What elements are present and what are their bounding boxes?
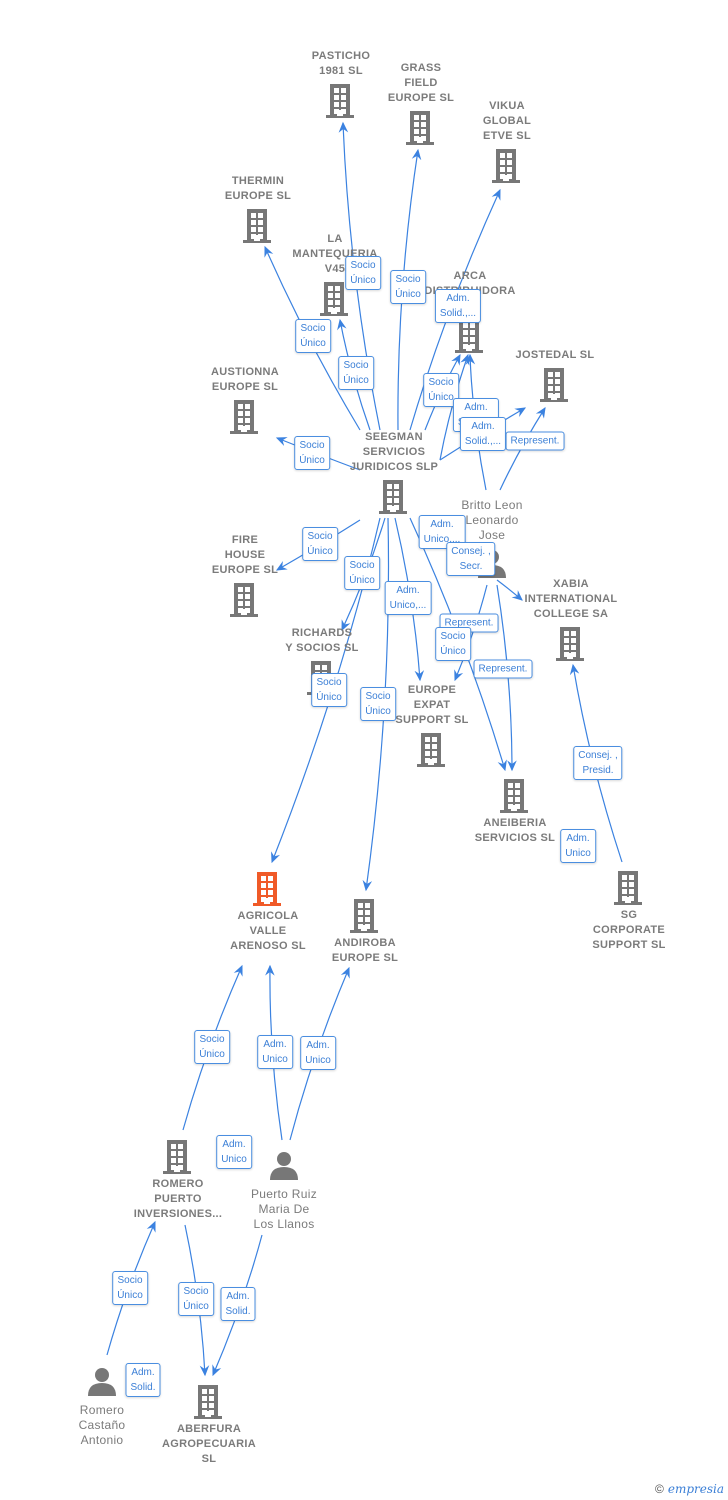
node-fire[interactable]: FIRE HOUSE EUROPE SL: [185, 533, 305, 578]
building-icon[interactable]: [243, 209, 271, 248]
relationship-label[interactable]: Adm. Unico: [257, 1035, 293, 1069]
building-icon[interactable]: [326, 84, 354, 123]
node-label: Romero Castaño Antonio: [78, 1403, 126, 1447]
node-label: XABIA INTERNATIONAL COLLEGE SA: [524, 578, 618, 620]
brand-logo: empresia: [667, 1482, 724, 1496]
node-richards[interactable]: RICHARDS Y SOCIOS SL: [262, 626, 382, 656]
node-puertoruiz[interactable]: Puerto Ruiz Maria De Los Llanos: [224, 1187, 344, 1232]
copyright-symbol: ©: [655, 1482, 664, 1496]
node-label: AUSTIONNA EUROPE SL: [210, 366, 280, 393]
relationship-label[interactable]: Represent.: [505, 431, 565, 451]
node-label: ANDIROBA EUROPE SL: [331, 937, 399, 964]
node-label: THERMIN EUROPE SL: [224, 175, 292, 202]
relationship-label[interactable]: Socio Único: [344, 556, 380, 590]
node-label: JOSTEDAL SL: [515, 349, 595, 361]
person-icon[interactable]: [87, 1366, 117, 1401]
node-label: FIRE HOUSE EUROPE SL: [211, 534, 279, 576]
relationship-label[interactable]: Socio Único: [360, 687, 396, 721]
building-icon[interactable]: [614, 871, 642, 910]
node-romeropuerto[interactable]: ROMERO PUERTO INVERSIONES...: [118, 1177, 238, 1222]
node-label: RICHARDS Y SOCIOS SL: [285, 627, 359, 654]
relationship-label[interactable]: Adm. Solid.: [125, 1363, 161, 1397]
building-icon[interactable]: [253, 872, 281, 911]
relationship-label[interactable]: Adm. Unico: [300, 1036, 336, 1070]
node-label: ANEIBERIA SERVICIOS SL: [474, 817, 556, 844]
person-icon[interactable]: [269, 1150, 299, 1185]
relationship-label[interactable]: Represent.: [473, 659, 533, 679]
brand-footer: © empresia: [655, 1482, 724, 1496]
relationship-label[interactable]: Consej. , Secr.: [446, 542, 496, 576]
building-icon[interactable]: [417, 733, 445, 772]
node-label: SG CORPORATE SUPPORT SL: [592, 909, 666, 951]
relationship-label[interactable]: Adm. Solid.,...: [434, 289, 482, 323]
building-icon[interactable]: [163, 1140, 191, 1179]
building-icon[interactable]: [194, 1385, 222, 1424]
node-andiroba[interactable]: ANDIROBA EUROPE SL: [305, 936, 425, 966]
relationship-label[interactable]: Adm. Unico,...: [384, 581, 432, 615]
node-romerocastano[interactable]: Romero Castaño Antonio: [42, 1403, 162, 1448]
relationship-label[interactable]: Adm. Solid.,...: [459, 417, 507, 451]
node-aneiberia[interactable]: ANEIBERIA SERVICIOS SL: [455, 816, 575, 846]
relationship-label[interactable]: Socio Único: [112, 1271, 148, 1305]
relationship-label[interactable]: Adm. Solid.: [220, 1287, 256, 1321]
relationship-label[interactable]: Socio Único: [194, 1030, 230, 1064]
relationship-label[interactable]: Socio Único: [435, 627, 471, 661]
building-icon[interactable]: [556, 627, 584, 666]
building-icon[interactable]: [540, 368, 568, 407]
building-icon[interactable]: [350, 899, 378, 938]
relationship-label[interactable]: Socio Único: [178, 1282, 214, 1316]
node-label: SEEGMAN SERVICIOS JURIDICOS SLP: [349, 431, 439, 473]
relationship-label[interactable]: Adm. Unico: [216, 1135, 252, 1169]
network-diagram: PASTICHO 1981 SL GRASS FIELD EUROPE SL VIK…: [0, 0, 728, 1500]
building-icon[interactable]: [379, 480, 407, 519]
relationship-label[interactable]: Socio Único: [345, 256, 381, 290]
relationship-label[interactable]: Socio Único: [311, 673, 347, 707]
node-jostedal[interactable]: JOSTEDAL SL: [495, 348, 615, 363]
node-thermin[interactable]: THERMIN EUROPE SL: [198, 174, 318, 204]
node-xabia[interactable]: XABIA INTERNATIONAL COLLEGE SA: [511, 577, 631, 622]
relationship-label[interactable]: Adm. Unico: [560, 829, 596, 863]
node-label: Puerto Ruiz Maria De Los Llanos: [251, 1187, 317, 1231]
relationship-label[interactable]: Socio Único: [295, 319, 331, 353]
building-icon[interactable]: [455, 319, 483, 358]
building-icon[interactable]: [230, 583, 258, 622]
node-austionna[interactable]: AUSTIONNA EUROPE SL: [185, 365, 305, 395]
relationship-label[interactable]: Socio Único: [338, 356, 374, 390]
relationship-label[interactable]: Socio Único: [302, 527, 338, 561]
relationship-label[interactable]: Socio Único: [294, 436, 330, 470]
node-vikua[interactable]: VIKUA GLOBAL ETVE SL: [447, 99, 567, 144]
node-label: VIKUA GLOBAL ETVE SL: [482, 100, 532, 142]
node-sg[interactable]: SG CORPORATE SUPPORT SL: [569, 908, 689, 953]
building-icon[interactable]: [492, 149, 520, 188]
node-label: ROMERO PUERTO INVERSIONES...: [133, 1178, 223, 1220]
relationship-label[interactable]: Socio Único: [390, 270, 426, 304]
building-icon[interactable]: [230, 400, 258, 439]
building-icon[interactable]: [320, 282, 348, 321]
node-label: ABERFURA AGROPECUARIA SL: [161, 1423, 257, 1465]
building-icon[interactable]: [406, 111, 434, 150]
relationship-label[interactable]: Consej. , Presid.: [573, 746, 623, 780]
node-aberfura[interactable]: ABERFURA AGROPECUARIA SL: [149, 1422, 269, 1467]
node-seegman[interactable]: SEEGMAN SERVICIOS JURIDICOS SLP: [334, 430, 454, 475]
building-icon[interactable]: [500, 779, 528, 818]
